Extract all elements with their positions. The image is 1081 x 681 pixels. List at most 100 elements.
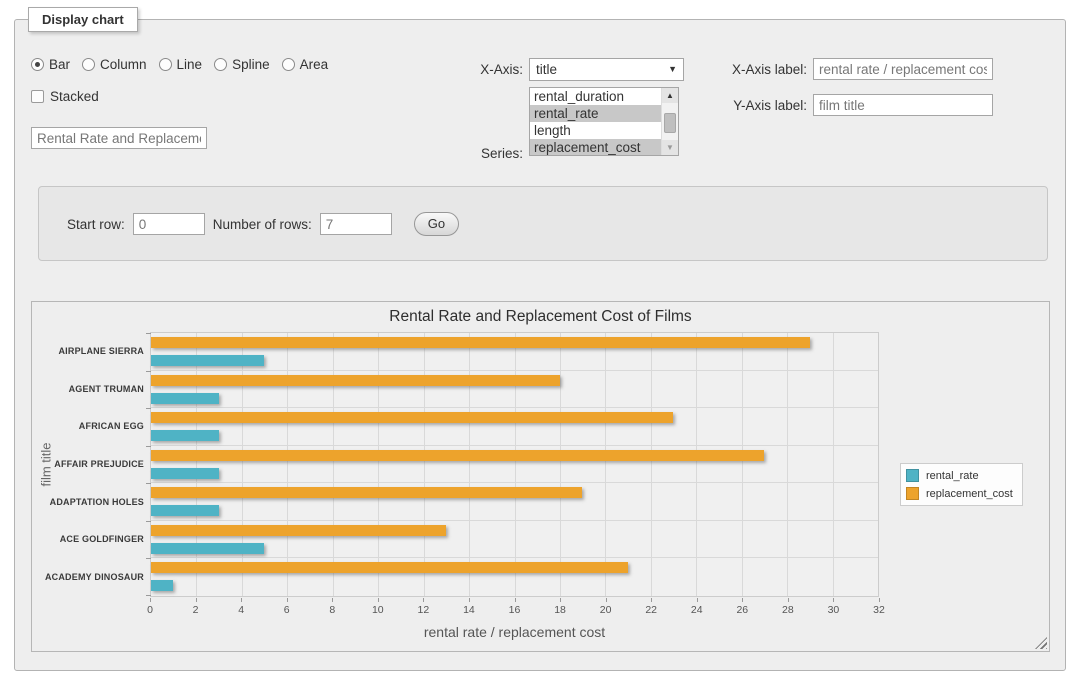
x-axis-tick-label: 22 [645, 604, 657, 616]
x-axis-tick-label: 18 [554, 604, 566, 616]
bar-rental_rate [151, 505, 219, 516]
chart-type-option-line[interactable]: Line [159, 57, 203, 72]
x-axis-tick-label: 30 [828, 604, 840, 616]
x-axis-select-label: X-Axis: [415, 62, 523, 77]
x-axis-tick [606, 598, 607, 602]
y-axis-tick [146, 595, 151, 596]
series-option-length[interactable]: length [530, 122, 661, 139]
x-axis-field-label: X-Axis label: [715, 62, 807, 77]
bar-replacement_cost [151, 337, 810, 348]
x-axis-tick [515, 598, 516, 602]
series-option-replacement_cost[interactable]: replacement_cost [530, 139, 661, 156]
x-axis-tick [378, 598, 379, 602]
x-axis-tick [560, 598, 561, 602]
legend-entry-rental_rate[interactable]: rental_rate [906, 469, 1013, 482]
y-axis-label-input[interactable] [813, 94, 993, 116]
chart-type-option-column[interactable]: Column [82, 57, 147, 72]
radio-icon[interactable] [82, 58, 95, 71]
series-multiselect[interactable]: rental_durationrental_ratelengthreplacem… [529, 87, 679, 156]
x-axis-tick-label: 20 [600, 604, 612, 616]
category-label: ACADEMY DINOSAUR [34, 572, 144, 582]
x-axis-tick-label: 4 [238, 604, 244, 616]
scrollbar-thumb[interactable] [664, 113, 676, 133]
x-axis-tick [241, 598, 242, 602]
display-chart-panel: Display chart BarColumnLineSplineArea St… [14, 19, 1066, 671]
x-axis-tick [423, 598, 424, 602]
x-axis-select-value: title [536, 62, 557, 77]
chart-title-input[interactable] [31, 127, 207, 149]
radio-icon[interactable] [31, 58, 44, 71]
category-row: AFFAIR PREJUDICE [151, 446, 878, 484]
resize-handle-icon[interactable] [1035, 637, 1047, 649]
y-axis-tick [146, 521, 151, 522]
x-axis-tick-label: 28 [782, 604, 794, 616]
category-row: AIRPLANE SIERRA [151, 333, 878, 371]
radio-label: Column [100, 57, 147, 72]
stacked-row: Stacked [31, 89, 99, 104]
x-axis-tick-label: 0 [147, 604, 153, 616]
bar-rental_rate [151, 580, 173, 591]
category-row: ADAPTATION HOLES [151, 483, 878, 521]
radio-icon[interactable] [159, 58, 172, 71]
x-axis-tick [469, 598, 470, 602]
y-axis-tick [146, 558, 151, 559]
x-axis-tick-label: 8 [329, 604, 335, 616]
x-axis-tick [742, 598, 743, 602]
panel-legend: Display chart [28, 7, 138, 32]
y-axis-tick [146, 408, 151, 409]
legend-label: replacement_cost [926, 488, 1013, 500]
x-axis-tick [833, 598, 834, 602]
category-row: AFRICAN EGG [151, 408, 878, 446]
legend-swatch [906, 469, 919, 482]
category-row: ACE GOLDFINGER [151, 521, 878, 559]
x-axis-tick-label: 6 [284, 604, 290, 616]
radio-icon[interactable] [282, 58, 295, 71]
x-axis-tick-label: 24 [691, 604, 703, 616]
category-label: AGENT TRUMAN [34, 384, 144, 394]
series-scrollbar[interactable]: ▲ ▼ [661, 88, 678, 155]
bar-rental_rate [151, 355, 264, 366]
radio-label: Bar [49, 57, 70, 72]
x-axis-tick [287, 598, 288, 602]
bar-rental_rate [151, 430, 219, 441]
num-rows-label: Number of rows: [213, 217, 312, 232]
y-axis-title: film title [39, 405, 54, 525]
category-label: AIRPLANE SIERRA [34, 346, 144, 356]
x-axis-tick-label: 2 [193, 604, 199, 616]
series-option-rental_duration[interactable]: rental_duration [530, 88, 661, 105]
scroll-up-icon[interactable]: ▲ [662, 88, 678, 103]
chart-type-option-spline[interactable]: Spline [214, 57, 270, 72]
x-axis-strip: 02468101214161820222426283032 [150, 598, 879, 620]
chart-type-option-area[interactable]: Area [282, 57, 329, 72]
scroll-down-icon[interactable]: ▼ [662, 140, 678, 155]
x-axis-select[interactable]: title ▼ [529, 58, 684, 81]
bar-replacement_cost [151, 375, 560, 386]
radio-label: Spline [232, 57, 270, 72]
x-axis-tick [332, 598, 333, 602]
bar-replacement_cost [151, 450, 764, 461]
x-axis-tick [150, 598, 151, 602]
x-axis-tick [651, 598, 652, 602]
series-option-rental_rate[interactable]: rental_rate [530, 105, 661, 122]
chart-container: Rental Rate and Replacement Cost of Film… [31, 301, 1050, 652]
start-row-label: Start row: [67, 217, 125, 232]
category-row: AGENT TRUMAN [151, 371, 878, 409]
y-axis-tick [146, 446, 151, 447]
start-row-input[interactable] [133, 213, 205, 235]
bar-replacement_cost [151, 525, 446, 536]
radio-label: Area [300, 57, 329, 72]
stacked-checkbox[interactable] [31, 90, 44, 103]
go-button[interactable]: Go [414, 212, 459, 236]
bar-replacement_cost [151, 412, 673, 423]
x-axis-tick-label: 16 [509, 604, 521, 616]
x-axis-label-input[interactable] [813, 58, 993, 80]
x-axis-title: rental rate / replacement cost [150, 624, 879, 640]
legend-entry-replacement_cost[interactable]: replacement_cost [906, 487, 1013, 500]
plot-area: AIRPLANE SIERRAAGENT TRUMANAFRICAN EGGAF… [150, 332, 879, 597]
num-rows-input[interactable] [320, 213, 392, 235]
x-axis-tick [697, 598, 698, 602]
legend-label: rental_rate [926, 470, 979, 482]
radio-icon[interactable] [214, 58, 227, 71]
bar-replacement_cost [151, 562, 628, 573]
chart-type-option-bar[interactable]: Bar [31, 57, 70, 72]
